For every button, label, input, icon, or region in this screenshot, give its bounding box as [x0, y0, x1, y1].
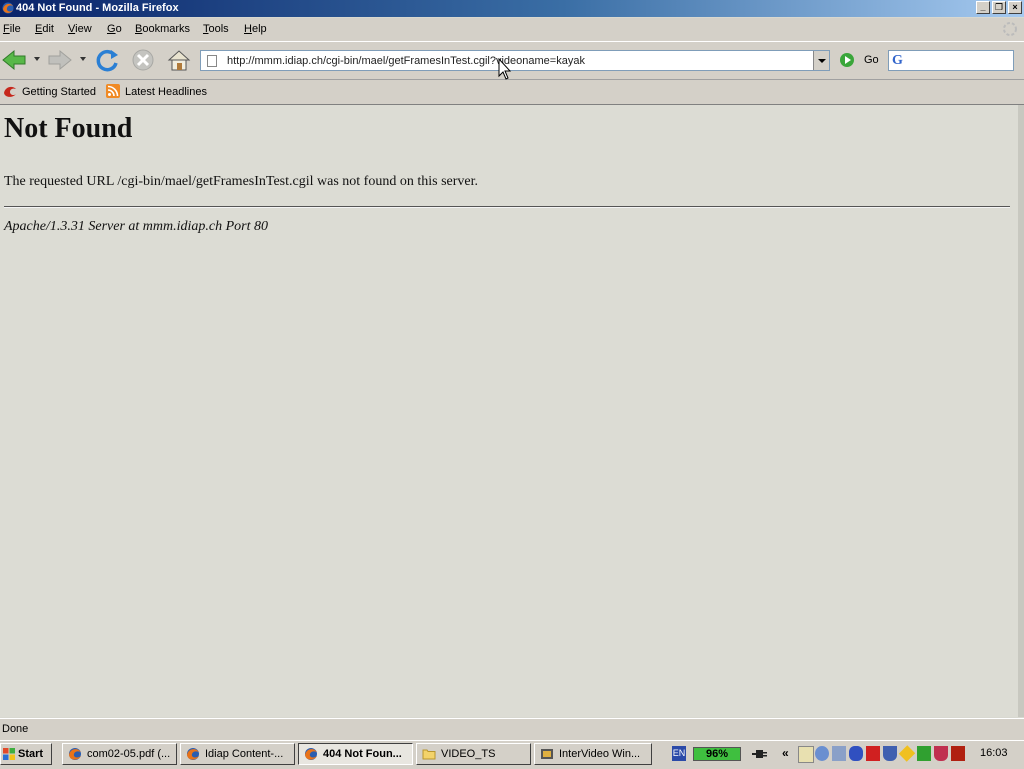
- url-input[interactable]: http://mmm.idiap.ch/cgi-bin/mael/getFram…: [227, 55, 807, 67]
- back-arrow-icon[interactable]: [0, 46, 28, 74]
- tray-diamond-icon[interactable]: [898, 745, 916, 762]
- search-box[interactable]: G: [888, 50, 1014, 71]
- content-edge: [1018, 105, 1024, 717]
- menu-file[interactable]: File: [3, 23, 21, 35]
- bookmark-getting-started[interactable]: Getting Started: [22, 86, 96, 98]
- page-heading: Not Found: [4, 113, 133, 144]
- clock[interactable]: 16:03: [980, 747, 1008, 759]
- firefox-icon: [305, 748, 317, 760]
- status-text: Done: [2, 723, 29, 735]
- firefox-red-icon: [4, 86, 16, 97]
- task-404-not-found[interactable]: 404 Not Foun...: [298, 743, 413, 765]
- task-video-ts[interactable]: VIDEO_TS: [416, 743, 531, 765]
- start-button[interactable]: Start: [0, 743, 52, 765]
- page-icon: [207, 55, 217, 67]
- menu-bar: File Edit View Go Bookmarks Tools Help: [0, 18, 1024, 42]
- tray-wireless-icon[interactable]: [832, 746, 846, 761]
- tray-security-icon[interactable]: [934, 746, 948, 761]
- reload-icon[interactable]: [93, 46, 121, 74]
- status-bar: Done: [0, 718, 1024, 740]
- folder-icon: [422, 749, 436, 760]
- firefox-icon: [2, 2, 14, 14]
- menu-tools[interactable]: Tools: [203, 23, 229, 35]
- forward-dropdown-icon[interactable]: [80, 57, 86, 61]
- mouse-cursor-icon: [498, 58, 512, 80]
- tray-green-app-icon[interactable]: [917, 746, 931, 761]
- battery-meter[interactable]: 96%: [693, 747, 741, 761]
- menu-view[interactable]: View: [68, 23, 92, 35]
- windows-flag-icon: [3, 748, 15, 760]
- task-idiap-content[interactable]: Idiap Content-...: [180, 743, 295, 765]
- throbber-icon: [1003, 22, 1017, 36]
- bookmarks-toolbar: Getting Started Latest Headlines: [0, 80, 1024, 105]
- system-tray: EN 96% « 16:03: [668, 743, 1022, 765]
- tray-user-icon[interactable]: [951, 746, 965, 761]
- back-dropdown-icon[interactable]: [34, 57, 40, 61]
- task-intervideo[interactable]: InterVideo Win...: [534, 743, 652, 765]
- menu-edit[interactable]: Edit: [35, 23, 54, 35]
- tray-shield-icon[interactable]: [883, 746, 897, 761]
- firefox-icon: [69, 748, 81, 760]
- tray-network-icon[interactable]: [815, 746, 829, 761]
- home-icon[interactable]: [165, 46, 193, 74]
- taskbar: Start com02-05.pdf (... Idiap Content-..…: [0, 740, 1024, 769]
- menu-go[interactable]: Go: [107, 23, 122, 35]
- rss-feed-icon: [106, 84, 120, 98]
- horizontal-rule: [4, 206, 1010, 208]
- power-plug-icon[interactable]: [752, 747, 768, 761]
- language-indicator[interactable]: EN: [672, 746, 686, 761]
- restore-button[interactable]: ❐: [992, 1, 1006, 14]
- google-search-engine-icon[interactable]: G: [892, 53, 912, 68]
- navigation-toolbar: http://mmm.idiap.ch/cgi-bin/mael/getFram…: [0, 42, 1024, 80]
- minimize-button[interactable]: _: [976, 1, 990, 14]
- tray-monitor-icon[interactable]: [798, 746, 814, 763]
- firefox-icon: [187, 748, 199, 760]
- tray-bluetooth-icon[interactable]: [849, 746, 863, 761]
- intervideo-icon: [541, 749, 553, 759]
- bookmark-latest-headlines[interactable]: Latest Headlines: [125, 86, 207, 98]
- url-history-dropdown[interactable]: [813, 51, 829, 70]
- stop-icon[interactable]: [129, 46, 157, 74]
- menu-help[interactable]: Help: [244, 23, 267, 35]
- title-bar: 404 Not Found - Mozilla Firefox _ ❐ ×: [0, 0, 1024, 17]
- menu-bookmarks[interactable]: Bookmarks: [135, 23, 190, 35]
- window-title: 404 Not Found - Mozilla Firefox: [16, 2, 179, 14]
- tray-red-app-icon[interactable]: [866, 746, 880, 761]
- error-message: The requested URL /cgi-bin/mael/getFrame…: [4, 174, 478, 189]
- close-button[interactable]: ×: [1008, 1, 1022, 14]
- task-com02-pdf[interactable]: com02-05.pdf (...: [62, 743, 177, 765]
- show-hidden-icons-chevron[interactable]: «: [782, 746, 789, 760]
- page-content: Not Found The requested URL /cgi-bin/mae…: [0, 105, 1018, 717]
- go-arrow-icon: [840, 53, 854, 67]
- address-bar[interactable]: http://mmm.idiap.ch/cgi-bin/mael/getFram…: [200, 50, 830, 71]
- forward-arrow-icon[interactable]: [46, 46, 74, 74]
- server-signature: Apache/1.3.31 Server at mmm.idiap.ch Por…: [4, 219, 269, 234]
